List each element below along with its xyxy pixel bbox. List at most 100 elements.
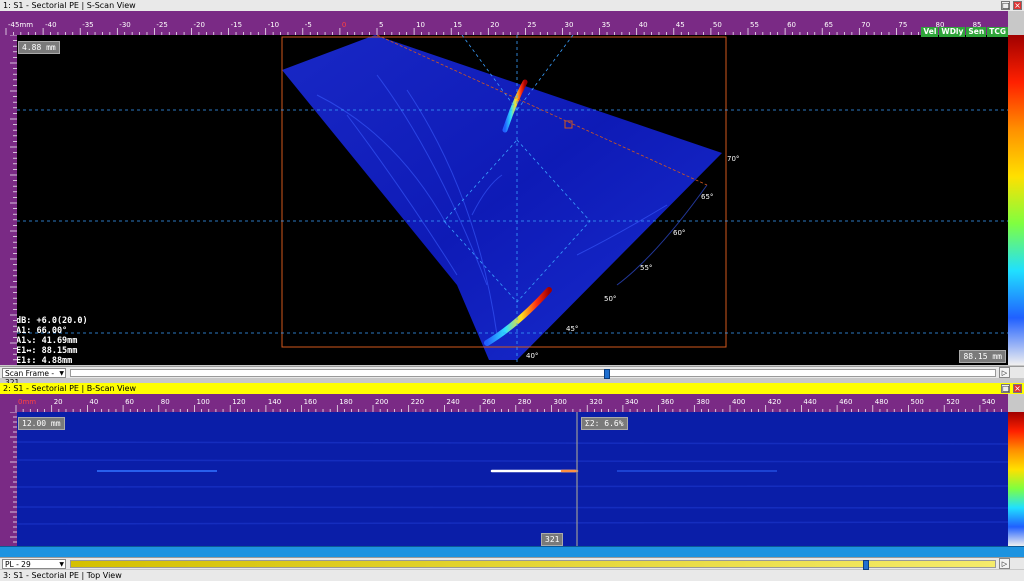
ruler-tick-label: 20 [54, 398, 63, 406]
surface-distance-readout: E1↔: 88.15mm [17, 346, 78, 356]
ruler-tick-label: -25 [156, 21, 167, 29]
color-palette-bar[interactable] [1008, 35, 1024, 365]
ruler-tick-label: 0 [342, 21, 346, 29]
depth-bottom-value: 88.15 mm [959, 350, 1006, 363]
cursor-position-value: 321 [541, 533, 564, 546]
status-badge[interactable]: TCG [987, 27, 1008, 37]
close-icon[interactable]: × [1013, 384, 1022, 393]
db-readout: dB: +6.0(20.0) [17, 316, 88, 326]
angle-label: 45° [566, 325, 579, 333]
angle-label: 55° [640, 264, 653, 272]
ruler-tick-label: 140 [268, 398, 281, 406]
angle-label: 60° [673, 229, 686, 237]
bscan-scrollbar[interactable] [0, 546, 1024, 557]
ruler-tick-label: 320 [589, 398, 602, 406]
status-badge[interactable]: Sen [966, 27, 987, 37]
ruler-tick-label: 360 [661, 398, 674, 406]
bscan-title: 2: S1 - Sectorial PE | B-Scan View [3, 384, 137, 393]
ruler-tick-label: 280 [518, 398, 531, 406]
scan-frame-bar: Scan Frame - 321 ▼ ▷ [0, 366, 1024, 387]
ruler-tick-label: 300 [554, 398, 567, 406]
ruler-tick-label: 100 [197, 398, 210, 406]
ruler-tick-label: 200 [375, 398, 388, 406]
status-badge[interactable]: WDly [939, 27, 966, 37]
ruler-tick-label: 75 [898, 21, 907, 29]
bscan-vertical-ruler[interactable] [0, 412, 17, 546]
pl-slider[interactable] [70, 560, 996, 570]
ruler-tick-label: 0mm [18, 398, 36, 406]
bscan-view[interactable]: 12.00 mm Σ2: 6.6% 321 [17, 412, 1008, 546]
chevron-down-icon: ▼ [59, 370, 64, 377]
slider-thumb[interactable] [862, 560, 869, 570]
angle-label: 50° [604, 295, 617, 303]
depth-readout: E1↕: 4.88mm [17, 356, 73, 365]
ruler-tick-label: -10 [268, 21, 279, 29]
ruler-tick-label: 80 [161, 398, 170, 406]
ruler-tick-label: 60 [125, 398, 134, 406]
ruler-tick-label: 240 [446, 398, 459, 406]
ruler-tick-label: 30 [565, 21, 574, 29]
ruler-tick-label: 460 [839, 398, 852, 406]
sound-path-readout: A1↘: 41.69mm [17, 336, 78, 346]
maximize-icon[interactable]: □ [1001, 384, 1010, 393]
status-badge[interactable]: Vel [921, 27, 939, 37]
pl-label: PL - 29 [5, 560, 31, 569]
ruler-tick-label: 340 [625, 398, 638, 406]
depth-top-value: 12.00 mm [18, 417, 65, 430]
angle-label: 70° [727, 155, 740, 163]
sscan-view[interactable]: 70° 65° 60° 55° 50° 45° 40° 4.88 mm 88.1… [17, 35, 1008, 365]
ruler-tick-label: 500 [911, 398, 924, 406]
close-icon[interactable]: × [1013, 1, 1022, 10]
bscan-noise [17, 441, 1008, 525]
pl-bar: PL - 29 ▼ ▷ [0, 557, 1024, 570]
play-icon[interactable]: ▷ [999, 558, 1010, 569]
pl-select[interactable]: PL - 29 ▼ [2, 559, 66, 569]
sscan-vertical-ruler[interactable] [0, 35, 17, 365]
ruler-tick-label: 65 [824, 21, 833, 29]
measurement-readouts: dB: +6.0(20.0) A1: 66.00° A1↘: 41.69mm E… [17, 316, 88, 365]
ruler-tick-label: -30 [119, 21, 130, 29]
scan-frame-select[interactable]: Scan Frame - 321 ▼ [2, 368, 66, 387]
ruler-tick-label: 45 [676, 21, 685, 29]
ruler-tick-label: -20 [194, 21, 205, 29]
ruler-tick-label: 380 [696, 398, 709, 406]
ruler-tick-label: 40 [89, 398, 98, 406]
color-palette-bar[interactable] [1008, 412, 1024, 546]
ruler-tick-label: -15 [231, 21, 242, 29]
ruler-tick-label: -45mm [8, 21, 33, 29]
ruler-ticks [10, 412, 17, 543]
depth-top-value: 4.88 mm [18, 41, 60, 54]
sscan-image [17, 35, 1008, 365]
maximize-icon[interactable]: □ [1001, 1, 1010, 10]
ruler-tick-label: 220 [411, 398, 424, 406]
ruler-tick-label: 60 [787, 21, 796, 29]
ruler-ticks [10, 35, 17, 361]
ruler-tick-label: 50 [713, 21, 722, 29]
ruler-tick-label: 20 [490, 21, 499, 29]
slider-thumb[interactable] [603, 369, 610, 379]
ruler-tick-label: -35 [82, 21, 93, 29]
ruler-tick-label: 260 [482, 398, 495, 406]
ruler-tick-label: 10 [416, 21, 425, 29]
ruler-tick-label: -40 [45, 21, 56, 29]
scan-frame-slider[interactable] [70, 369, 996, 379]
sscan-horizontal-ruler[interactable]: -45mm -40 -35 -30 -25 -20 -15 -10 -5 0 5 10 15 20 25 30… [0, 11, 1008, 35]
ruler-tick-label: 120 [232, 398, 245, 406]
ruler-tick-label: 70 [861, 21, 870, 29]
angle-label: 65° [701, 193, 714, 201]
topview-title: 3: S1 - Sectorial PE | Top View [3, 571, 122, 580]
status-badges: Vel WDly Sen TCG [921, 27, 1008, 37]
ruler-tick-label: -5 [305, 21, 312, 29]
bscan-horizontal-ruler[interactable]: 0mm 20 40 60 80 100 120 140 160 180 200 220 240 260 28… [0, 394, 1008, 412]
ruler-tick-label: 180 [339, 398, 352, 406]
sscan-title: 1: S1 - Sectorial PE | S-Scan View [3, 1, 136, 10]
bscan-titlebar: 2: S1 - Sectorial PE | B-Scan View □ × [0, 383, 1024, 394]
ruler-tick-label: 420 [768, 398, 781, 406]
sscan-titlebar: 1: S1 - Sectorial PE | S-Scan View □ × [0, 0, 1024, 11]
play-icon[interactable]: ▷ [999, 367, 1010, 378]
ruler-ticks: 0mm 20 40 60 80 100 120 140 160 180 200 220 240 260 28… [15, 398, 1002, 412]
angle-label: 40° [526, 352, 539, 360]
angle-readout: A1: 66.00° [17, 326, 68, 336]
ruler-tick-label: 520 [946, 398, 959, 406]
sector-fan [282, 35, 722, 360]
